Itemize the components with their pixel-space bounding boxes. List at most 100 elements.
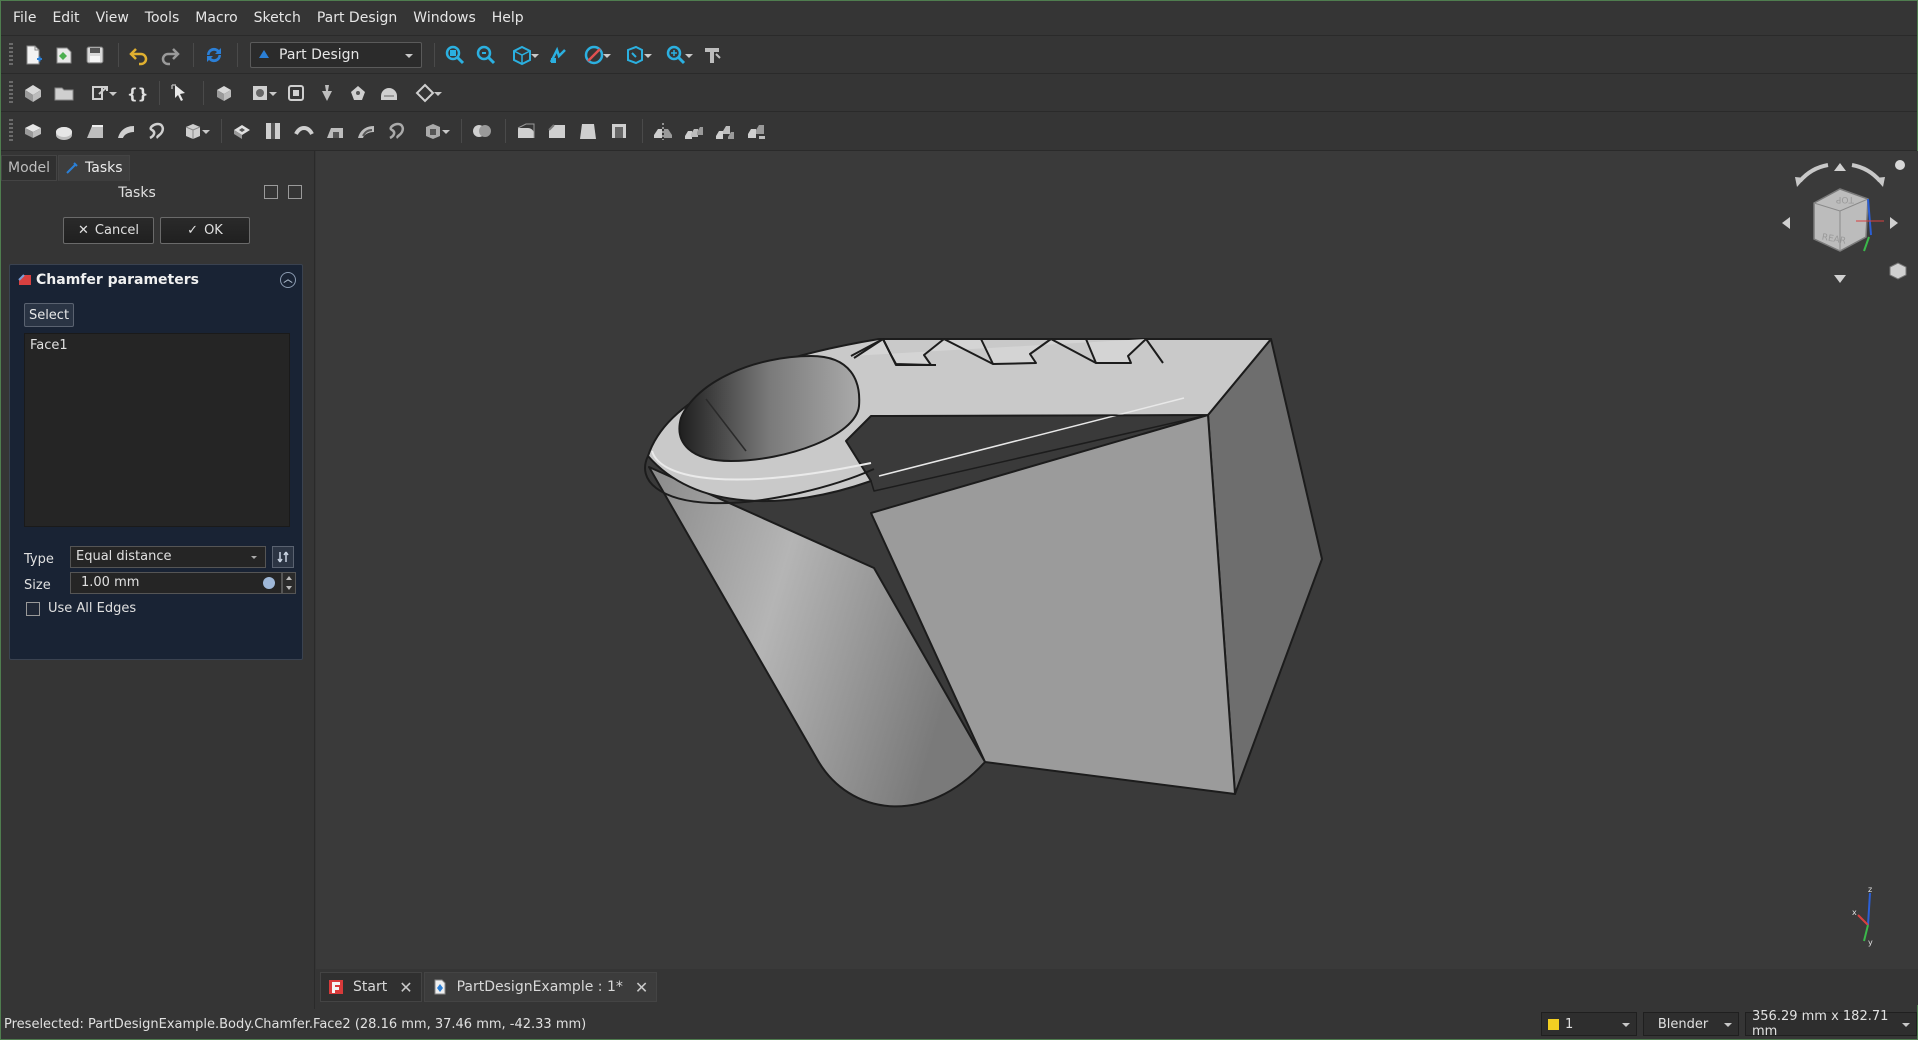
whats-this-icon[interactable] (698, 41, 726, 69)
toolbar-grip[interactable] (9, 80, 13, 105)
attach-icon[interactable] (344, 79, 372, 107)
menu-tools[interactable]: Tools (137, 1, 188, 35)
fillet-icon[interactable] (512, 117, 540, 145)
braces-icon[interactable]: {} (122, 79, 150, 107)
menu-macro[interactable]: Macro (187, 1, 245, 35)
menu-sketch[interactable]: Sketch (246, 1, 309, 35)
part-design-toolbar (1, 111, 1917, 151)
navigation-style-selector[interactable]: Blender (1643, 1012, 1739, 1036)
cube-faces[interactable]: TOP REAR (1813, 188, 1869, 252)
multi-transform-icon[interactable] (742, 117, 770, 145)
redo-icon[interactable] (156, 41, 184, 69)
shape-binder-icon[interactable] (210, 79, 238, 107)
subtractive-helix-icon[interactable] (383, 117, 411, 145)
toolbar-grip[interactable] (9, 42, 13, 67)
fit-selection-icon[interactable] (472, 41, 500, 69)
view-cube-icon[interactable] (503, 41, 541, 69)
open-file-icon[interactable] (50, 41, 78, 69)
reference-list[interactable]: Face1 (24, 333, 290, 527)
menu-help[interactable]: Help (484, 1, 532, 35)
cube-view-menu-icon[interactable] (1889, 262, 1907, 280)
doc-tab-start[interactable]: Start ✕ (320, 972, 422, 1002)
layer-selector[interactable]: 1 (1541, 1012, 1637, 1036)
draft-icon[interactable] (574, 117, 602, 145)
menu-bar: File Edit View Tools Macro Sketch Part D… (1, 1, 1917, 35)
bounding-box-icon[interactable] (616, 41, 654, 69)
loft-icon[interactable] (81, 117, 109, 145)
list-item[interactable]: Face1 (25, 334, 289, 357)
refresh-icon[interactable] (200, 41, 228, 69)
clone-icon[interactable] (282, 79, 310, 107)
groove-icon[interactable] (290, 117, 318, 145)
menu-file[interactable]: File (5, 1, 44, 35)
pocket-icon[interactable] (228, 117, 256, 145)
boolean-icon[interactable] (468, 117, 496, 145)
ok-label: OK (204, 223, 223, 238)
dock-button[interactable] (264, 185, 278, 199)
measure-icon[interactable] (657, 41, 695, 69)
doc-tab-partdesignexample[interactable]: PartDesignExample : 1* ✕ (423, 972, 658, 1002)
pipe-icon[interactable] (112, 117, 140, 145)
size-spinner[interactable] (282, 572, 296, 594)
additive-primitive-icon[interactable] (174, 117, 212, 145)
sketch-icon[interactable] (313, 79, 341, 107)
tab-model[interactable]: Model (1, 155, 58, 181)
mirror-icon[interactable] (649, 117, 677, 145)
close-icon[interactable]: ✕ (635, 978, 648, 997)
ok-button[interactable]: ✓ OK (160, 217, 250, 244)
menu-windows[interactable]: Windows (405, 1, 484, 35)
expression-icon[interactable] (263, 577, 275, 589)
stereo-icon[interactable] (544, 41, 572, 69)
subtractive-primitive-icon[interactable] (414, 117, 452, 145)
axis-y-label: y (1868, 938, 1873, 947)
close-icon[interactable]: ✕ (399, 978, 412, 997)
hole-icon[interactable] (259, 117, 287, 145)
collapse-icon[interactable]: ︿ (280, 272, 296, 288)
float-button[interactable] (288, 185, 302, 199)
use-all-edges-row[interactable]: Use All Edges (26, 601, 136, 616)
use-all-edges-checkbox[interactable] (26, 601, 40, 616)
draw-style-icon[interactable] (575, 41, 613, 69)
size-input[interactable]: 1.00 mm (70, 572, 282, 594)
menu-edit[interactable]: Edit (44, 1, 87, 35)
chamfer-icon (18, 274, 31, 285)
tab-tasks[interactable]: Tasks (58, 155, 130, 181)
polar-pattern-icon[interactable] (711, 117, 739, 145)
select-filter-icon[interactable] (166, 79, 194, 107)
new-file-icon[interactable] (19, 41, 47, 69)
helmet-icon[interactable] (375, 79, 403, 107)
dimension-display[interactable]: 356.29 mm x 182.71 mm (1745, 1009, 1917, 1039)
chamfer-task-box: Chamfer parameters ︿ Select Face1 Type E… (9, 264, 303, 660)
link-icon[interactable] (81, 79, 119, 107)
flip-direction-button[interactable] (272, 546, 294, 568)
select-button[interactable]: Select (24, 303, 74, 327)
3d-viewport[interactable]: TOP REAR z x y (316, 151, 1918, 969)
subtractive-loft-icon[interactable] (321, 117, 349, 145)
body-icon[interactable] (19, 79, 47, 107)
menu-view[interactable]: View (88, 1, 137, 35)
save-icon[interactable] (81, 41, 109, 69)
thickness-icon[interactable] (605, 117, 633, 145)
linear-pattern-icon[interactable] (680, 117, 708, 145)
subtractive-pipe-icon[interactable] (352, 117, 380, 145)
folder-icon[interactable] (50, 79, 78, 107)
undo-icon[interactable] (125, 41, 153, 69)
fit-all-icon[interactable] (441, 41, 469, 69)
check-icon: ✓ (187, 223, 199, 238)
navigation-cube[interactable]: TOP REAR (1772, 155, 1912, 295)
combo-view-tabs: Model Tasks (1, 155, 131, 181)
workbench-selector[interactable]: Part Design (250, 41, 422, 68)
type-label: Type (24, 552, 54, 567)
datum-icon[interactable] (406, 79, 444, 107)
toolbar-grip[interactable] (9, 119, 13, 143)
helix-icon[interactable] (143, 117, 171, 145)
pad-icon[interactable] (19, 117, 47, 145)
toolbar-separator (642, 119, 643, 143)
type-dropdown[interactable]: Equal distance (70, 546, 266, 568)
cancel-button[interactable]: ✕ Cancel (63, 217, 154, 244)
chamfer-icon[interactable] (543, 117, 571, 145)
sub-binder-icon[interactable] (241, 79, 279, 107)
chamfer-part[interactable] (644, 338, 1323, 808)
menu-part-design[interactable]: Part Design (309, 1, 405, 35)
revolve-icon[interactable] (50, 117, 78, 145)
